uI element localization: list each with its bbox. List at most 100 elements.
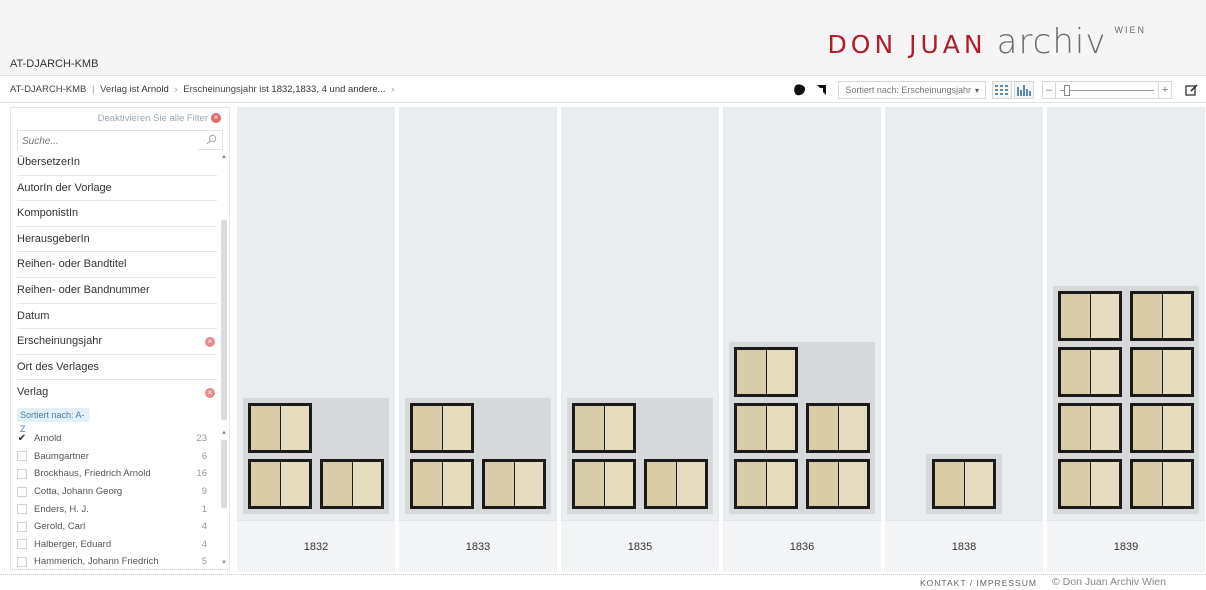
checkbox[interactable] xyxy=(17,521,27,532)
crop-icon[interactable] xyxy=(814,82,830,98)
book-page-left xyxy=(575,406,604,450)
facet-item[interactable]: Reihen- oder Bandtitel xyxy=(17,252,217,278)
verlag-value-count: 23 xyxy=(196,433,207,445)
thumbnail-stack xyxy=(405,398,551,514)
book-thumbnail[interactable] xyxy=(410,403,474,453)
verlag-value-item[interactable]: Cotta, Johann Georg 9 xyxy=(17,483,207,501)
value-scrollbar[interactable] xyxy=(221,440,227,508)
value-scroll-down-icon[interactable]: ▼ xyxy=(221,560,227,566)
facet-item[interactable]: HerausgeberIn xyxy=(17,227,217,253)
verlag-value-item[interactable]: ✔ Arnold 23 xyxy=(17,430,207,448)
year-column[interactable]: 1832 xyxy=(237,107,395,572)
facet-item[interactable]: Ort des Verlages xyxy=(17,355,217,381)
book-thumbnail[interactable] xyxy=(806,459,870,509)
zoom-handle[interactable] xyxy=(1064,85,1071,96)
facet-item[interactable]: Verlag × xyxy=(17,380,217,406)
facet-item[interactable]: KomponistIn xyxy=(17,201,217,227)
verlag-value-item[interactable]: Halberger, Eduard 4 xyxy=(17,536,207,554)
book-thumbnail[interactable] xyxy=(1130,403,1194,453)
year-label[interactable]: 1839 xyxy=(1047,520,1205,572)
book-thumbnail[interactable] xyxy=(806,403,870,453)
edit-icon[interactable] xyxy=(1184,82,1200,98)
facet-item[interactable]: Reihen- oder Bandnummer xyxy=(17,278,217,304)
facet-item[interactable]: ÜbersetzerIn xyxy=(17,150,217,176)
book-thumbnail[interactable] xyxy=(572,459,636,509)
book-thumbnail[interactable] xyxy=(1058,403,1122,453)
book-thumbnail[interactable] xyxy=(1130,347,1194,397)
book-page-right xyxy=(1091,462,1119,506)
verlag-value-item[interactable]: Baumgartner 6 xyxy=(17,448,207,466)
checkbox[interactable] xyxy=(17,468,27,479)
book-thumbnail[interactable] xyxy=(734,459,798,509)
deactivate-all-filters[interactable]: Deaktivieren Sie alle Filter × xyxy=(11,108,229,130)
year-column[interactable]: 1833 xyxy=(399,107,557,572)
checkbox[interactable] xyxy=(17,486,27,497)
facet-item[interactable]: AutorIn der Vorlage xyxy=(17,176,217,202)
book-thumbnail[interactable] xyxy=(644,459,708,509)
book-thumbnail[interactable] xyxy=(248,403,312,453)
sort-dropdown[interactable]: Sortiert nach: Erscheinungsjahr ▾ xyxy=(838,81,986,99)
checkbox[interactable] xyxy=(17,539,27,550)
book-thumbnail[interactable] xyxy=(1130,459,1194,509)
year-label[interactable]: 1836 xyxy=(723,520,881,572)
clear-filter-icon[interactable]: × xyxy=(205,337,215,348)
zoom-track[interactable] xyxy=(1056,81,1158,99)
book-thumbnail[interactable] xyxy=(410,459,474,509)
year-column[interactable]: 1836 xyxy=(723,107,881,572)
year-column[interactable]: 1835 xyxy=(561,107,719,572)
book-page-left xyxy=(323,462,352,506)
zoom-in-button[interactable]: + xyxy=(1158,81,1172,99)
search-input[interactable] xyxy=(18,132,198,151)
book-page-right xyxy=(443,462,471,506)
checkbox[interactable] xyxy=(17,556,27,567)
grid-view-button[interactable] xyxy=(992,81,1012,99)
year-label[interactable]: 1832 xyxy=(237,520,395,572)
verlag-sort-note[interactable]: Sortiert nach: A-Z xyxy=(17,407,89,434)
book-thumbnail[interactable] xyxy=(1058,459,1122,509)
year-label[interactable]: 1835 xyxy=(561,520,719,572)
verlag-value-item[interactable]: Hammerich, Johann Friedrich 5 xyxy=(17,553,207,571)
book-page-right xyxy=(677,462,705,506)
thumbnail-stack xyxy=(243,398,389,514)
verlag-value-name: Hammerich, Johann Friedrich xyxy=(34,556,159,568)
book-thumbnail[interactable] xyxy=(482,459,546,509)
facet-item[interactable]: Datum xyxy=(17,304,217,330)
checkbox[interactable] xyxy=(17,451,27,462)
bar-view-button[interactable] xyxy=(1014,81,1034,99)
collection-code: AT-DJARCH-KMB xyxy=(10,58,99,70)
scroll-up-icon[interactable]: ▲ xyxy=(221,154,227,160)
year-column[interactable]: 1838 xyxy=(885,107,1043,572)
blob-icon[interactable] xyxy=(792,82,808,98)
verlag-value-item[interactable]: Gerold, Carl 4 xyxy=(17,518,207,536)
checkbox[interactable] xyxy=(17,504,27,515)
value-scroll-up-icon[interactable]: ▲ xyxy=(221,430,227,436)
book-page-left xyxy=(809,462,838,506)
kontakt-link[interactable]: KONTAKT / IMPRESSUM xyxy=(920,578,1037,588)
year-column[interactable]: 1839 xyxy=(1047,107,1205,572)
verlag-value-item[interactable]: Enders, H. J. 1 xyxy=(17,500,207,518)
book-thumbnail[interactable] xyxy=(1130,291,1194,341)
book-thumbnail[interactable] xyxy=(320,459,384,509)
book-thumbnail[interactable] xyxy=(248,459,312,509)
book-thumbnail[interactable] xyxy=(734,403,798,453)
book-page-right xyxy=(1163,462,1191,506)
clear-filter-icon[interactable]: × xyxy=(205,388,215,399)
site-footer: KONTAKT / IMPRESSUM © Don Juan Archiv Wi… xyxy=(0,574,1206,590)
checkmark-icon[interactable]: ✔ xyxy=(17,433,27,444)
zoom-out-button[interactable]: – xyxy=(1042,81,1056,99)
verlag-value-item[interactable]: Brockhaus, Friedrich Arnold 16 xyxy=(17,465,207,483)
book-thumbnail[interactable] xyxy=(1058,291,1122,341)
facet-item[interactable]: Erscheinungsjahr × xyxy=(17,329,217,355)
zoom-slider[interactable]: – + xyxy=(1042,81,1172,99)
breadcrumb-filter-year[interactable]: Erscheinungsjahr ist 1832,1833, 4 und an… xyxy=(183,84,385,95)
book-thumbnail[interactable] xyxy=(932,459,996,509)
facet-scrollbar[interactable] xyxy=(221,220,227,420)
year-label[interactable]: 1838 xyxy=(885,520,1043,572)
year-label[interactable]: 1833 xyxy=(399,520,557,572)
brand-logo[interactable]: DON JUAN archiv WIEN xyxy=(828,22,1146,62)
book-thumbnail[interactable] xyxy=(734,347,798,397)
breadcrumb-root[interactable]: AT-DJARCH-KMB xyxy=(10,84,86,95)
book-thumbnail[interactable] xyxy=(1058,347,1122,397)
book-thumbnail[interactable] xyxy=(572,403,636,453)
breadcrumb-filter-verlag[interactable]: Verlag ist Arnold xyxy=(100,84,169,95)
